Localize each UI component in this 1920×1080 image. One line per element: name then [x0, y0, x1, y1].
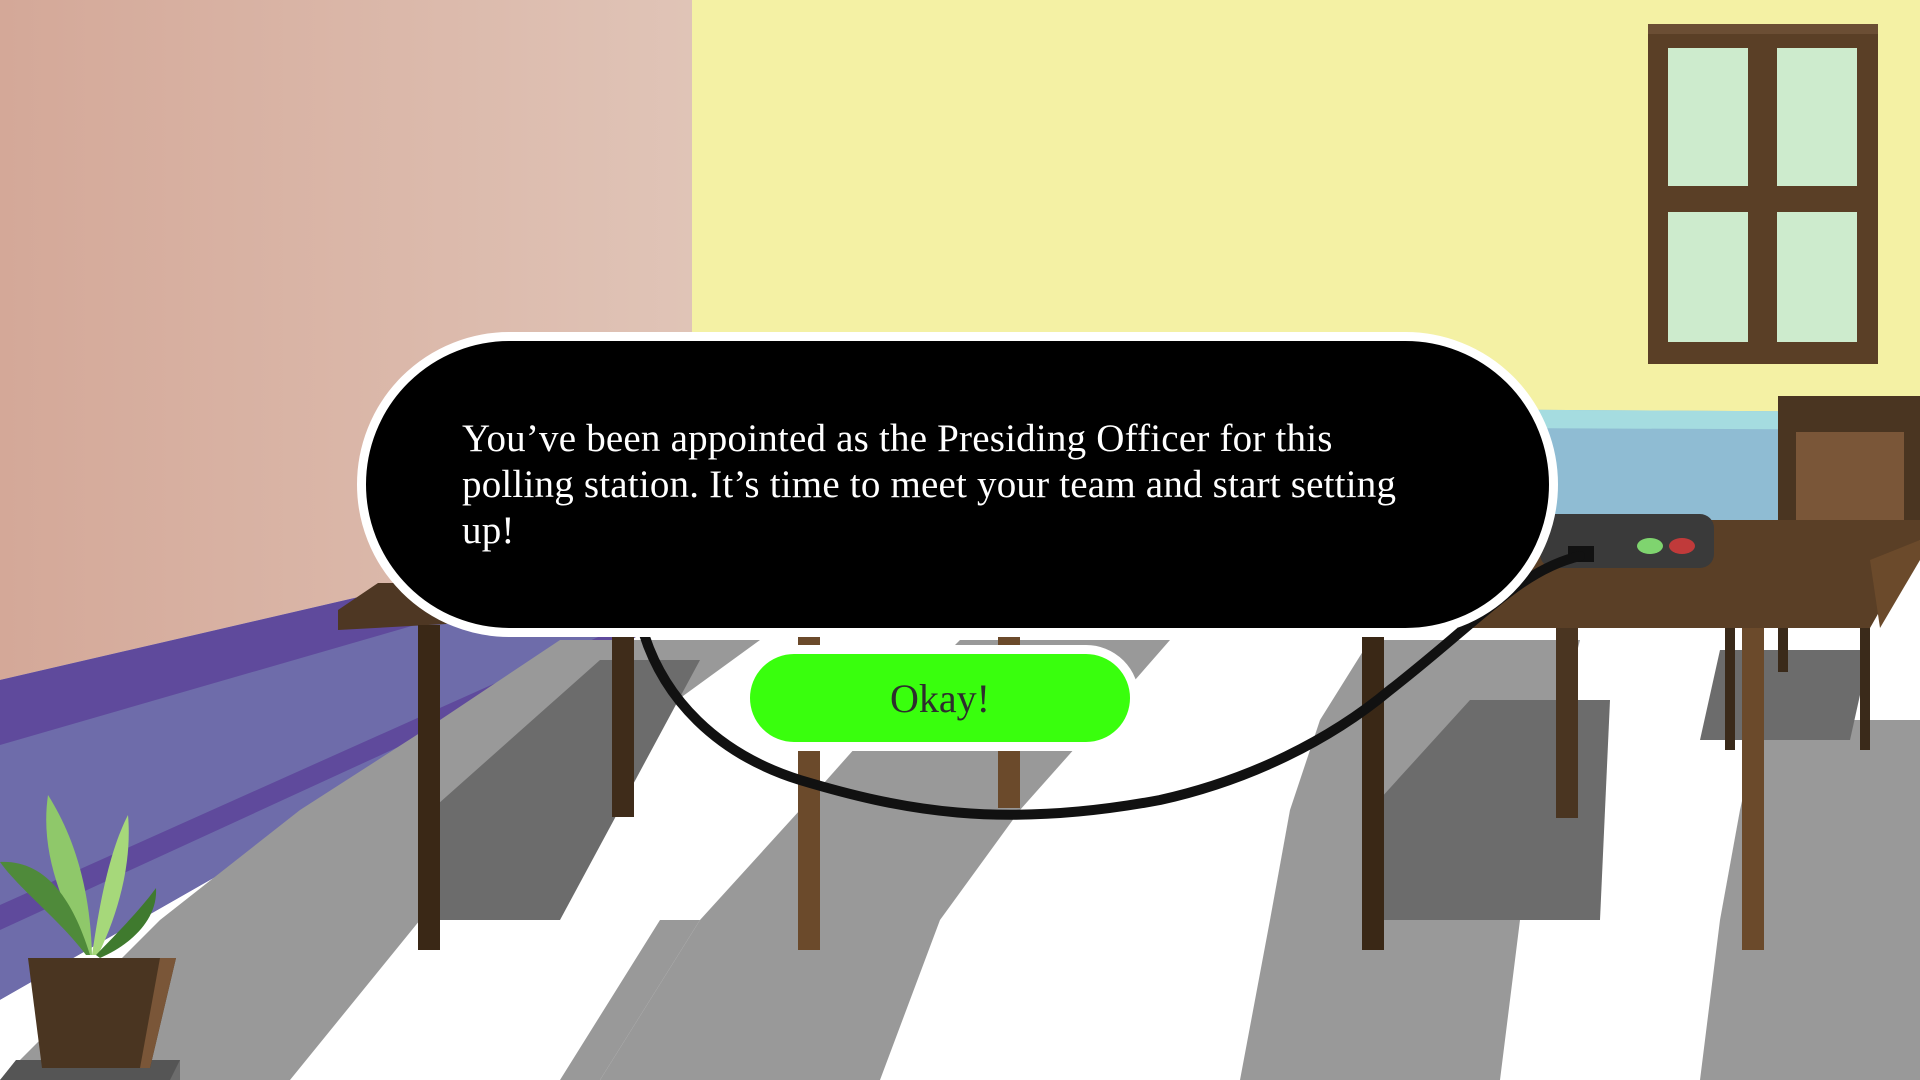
- game-scene: You’ve been appointed as the Presiding O…: [0, 0, 1920, 1080]
- dialog-bubble: You’ve been appointed as the Presiding O…: [357, 332, 1558, 637]
- window-icon: [1648, 24, 1878, 364]
- okay-button[interactable]: Okay!: [741, 645, 1139, 751]
- dialog-message: You’ve been appointed as the Presiding O…: [462, 416, 1397, 552]
